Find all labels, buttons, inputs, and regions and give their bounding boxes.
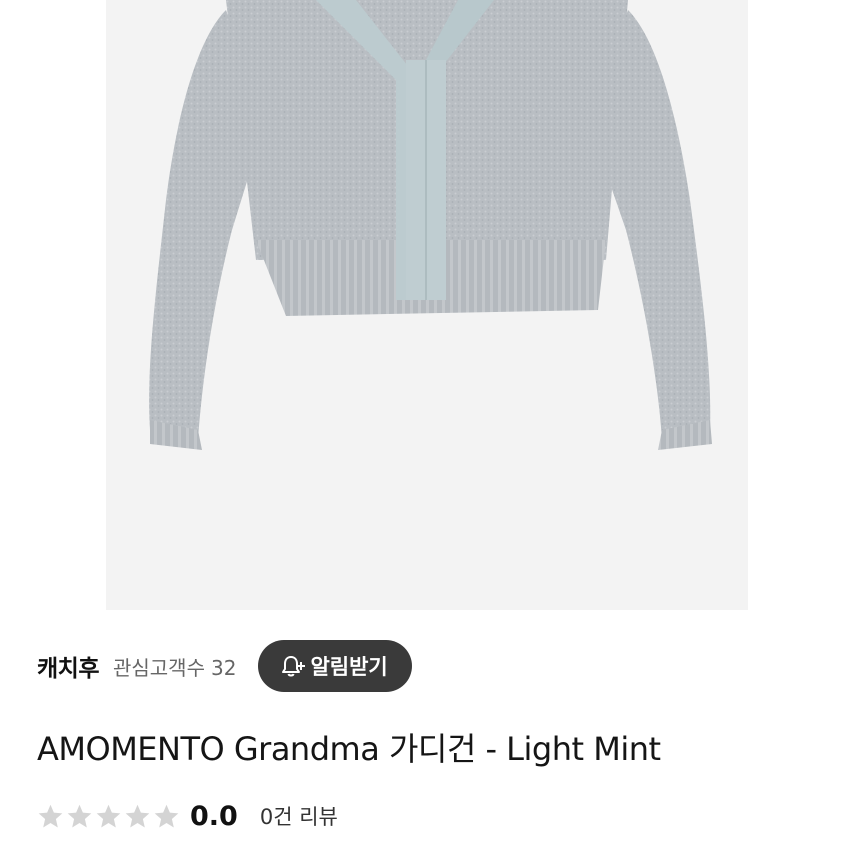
- review-label: 리뷰: [299, 805, 338, 829]
- seller-name[interactable]: 캐치후: [37, 649, 99, 683]
- star-icon: [125, 804, 150, 828]
- cardigan-illustration: [149, 0, 712, 450]
- star-icon: [38, 804, 63, 828]
- followers-info: 관심고객수 32: [113, 652, 236, 681]
- followers-count: 32: [210, 655, 237, 680]
- star-icon: [67, 804, 92, 828]
- rating-value: 0.0: [190, 800, 238, 832]
- star-icon: [96, 804, 121, 828]
- bell-plus-icon: [282, 656, 306, 677]
- review-count-number: 0건: [259, 805, 293, 829]
- product-title: AMOMENTO Grandma 가디건 - Light Mint: [37, 730, 661, 768]
- star-icon: [154, 804, 179, 828]
- rating-row[interactable]: 0.0 0건 리뷰: [37, 796, 338, 836]
- rating-stars: [37, 803, 180, 830]
- notify-button[interactable]: 알림받기: [258, 640, 412, 692]
- followers-label: 관심고객수: [112, 655, 205, 680]
- product-image[interactable]: [106, 0, 748, 610]
- review-count: 0건 리뷰: [260, 801, 338, 831]
- notify-button-label: 알림받기: [310, 655, 388, 679]
- seller-row: 캐치후 관심고객수 32 알림받기: [37, 638, 824, 694]
